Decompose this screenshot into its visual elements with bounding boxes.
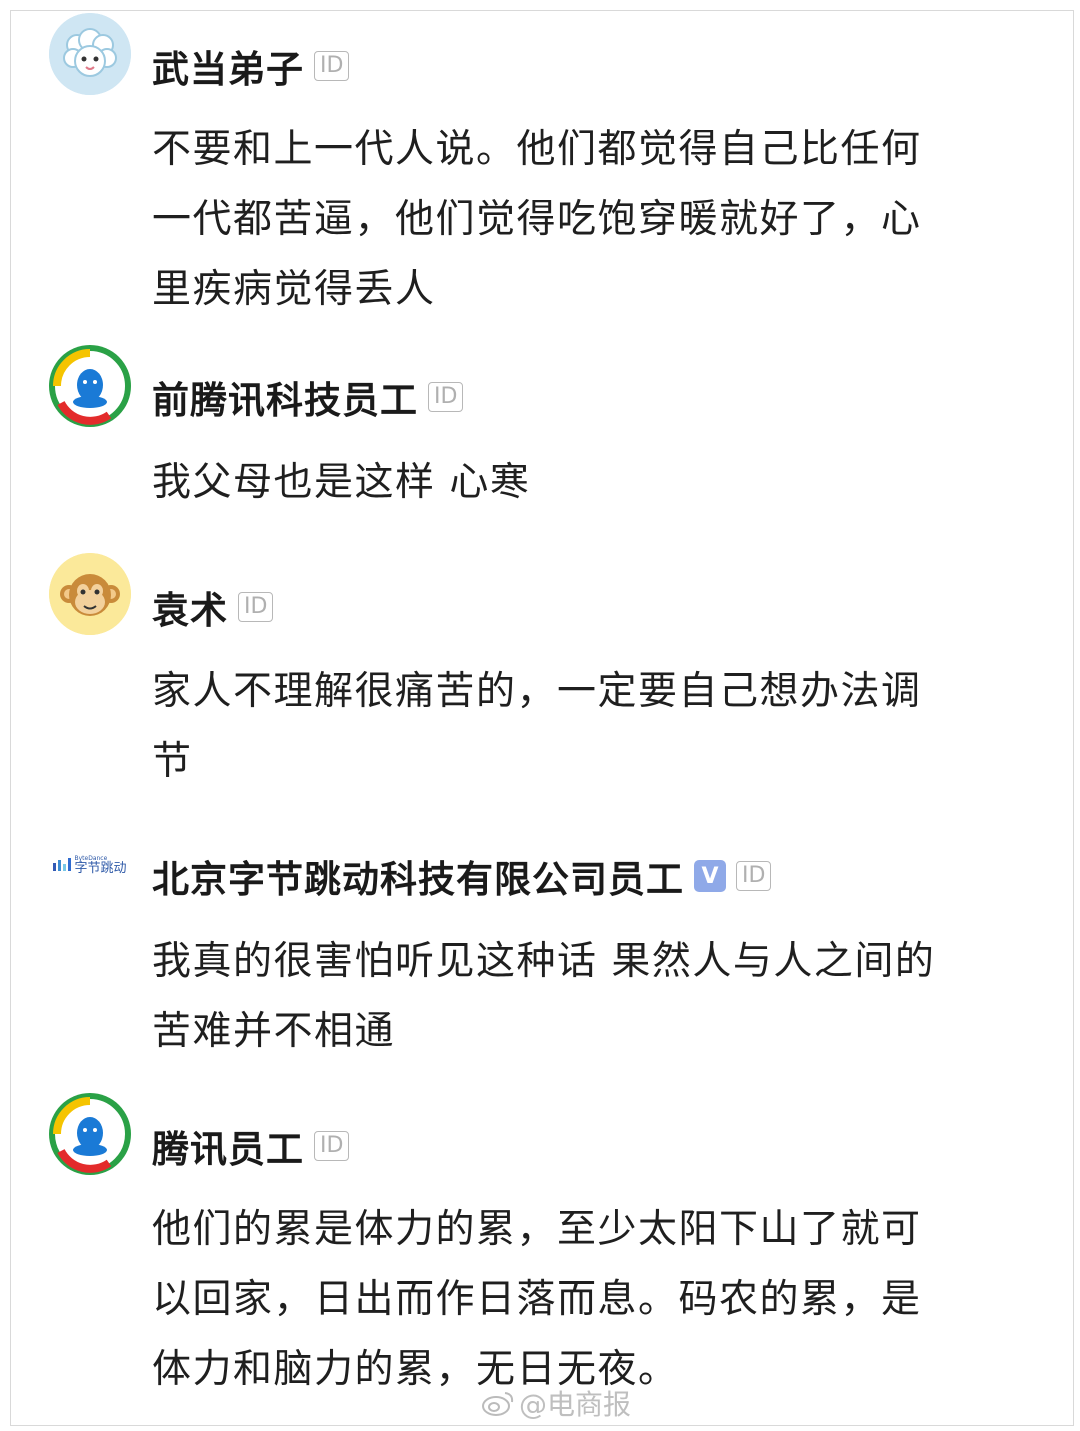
comment-line: 不要和上一代人说。他们都觉得自己比任何 <box>152 127 922 172</box>
sheep-avatar-icon[interactable] <box>49 13 131 95</box>
bytedance-logo-icon[interactable]: ByteDance 字节跳动 <box>49 824 131 906</box>
tencent-logo-icon[interactable] <box>49 1093 131 1175</box>
username[interactable]: 袁术 <box>152 580 228 634</box>
id-badge: ID <box>238 592 274 622</box>
username[interactable]: 武当弟子 <box>152 39 304 93</box>
username[interactable]: 腾讯员工 <box>152 1119 304 1173</box>
comment-text: 家人不理解很痛苦的，一定要自己想办法调 节 <box>152 657 1032 797</box>
comment-line: 他们的累是体力的累，至少太阳下山了就可 <box>152 1207 922 1252</box>
username[interactable]: 北京字节跳动科技有限公司员工 <box>152 849 684 903</box>
weibo-icon <box>482 1392 514 1416</box>
comment-text: 不要和上一代人说。他们都觉得自己比任何 一代都苦逼，他们觉得吃饱穿暖就好了，心 … <box>152 115 1032 325</box>
comment-text: 我真的很害怕听见这种话 果然人与人之间的 苦难并不相通 <box>152 927 1032 1067</box>
comment-line: 我真的很害怕听见这种话 果然人与人之间的 <box>152 939 936 984</box>
comment-list: 武当弟子 ID 不要和上一代人说。他们都觉得自己比任何 一代都苦逼，他们觉得吃饱… <box>10 10 1074 1426</box>
comment-line: 里疾病觉得丢人 <box>152 267 436 312</box>
comment-line: 一代都苦逼，他们觉得吃饱穿暖就好了，心 <box>152 197 922 242</box>
comment-text: 我父母也是这样 心寒 <box>152 448 1032 518</box>
id-badge: ID <box>736 861 772 891</box>
id-badge: ID <box>314 1131 350 1161</box>
comment-line: 家人不理解很痛苦的，一定要自己想办法调 <box>152 669 922 714</box>
verified-badge-icon: V <box>694 860 726 892</box>
id-badge: ID <box>314 51 350 81</box>
comment-line: 我父母也是这样 心寒 <box>152 460 531 505</box>
comment-line: 节 <box>152 739 193 784</box>
id-badge: ID <box>428 382 464 412</box>
username[interactable]: 前腾讯科技员工 <box>152 370 418 424</box>
logo-text: 字节跳动 <box>74 860 127 876</box>
comment-text: 他们的累是体力的累，至少太阳下山了就可 以回家，日出而作日落而息。码农的累，是 … <box>152 1195 1032 1405</box>
comment-line: 以回家，日出而作日落而息。码农的累，是 <box>152 1277 922 1322</box>
monkey-avatar-icon[interactable] <box>49 553 131 635</box>
tencent-logo-icon[interactable] <box>49 345 131 427</box>
watermark: @电商报 <box>481 1383 631 1423</box>
watermark-text: @电商报 <box>519 1388 632 1421</box>
comment-line: 苦难并不相通 <box>152 1009 396 1054</box>
